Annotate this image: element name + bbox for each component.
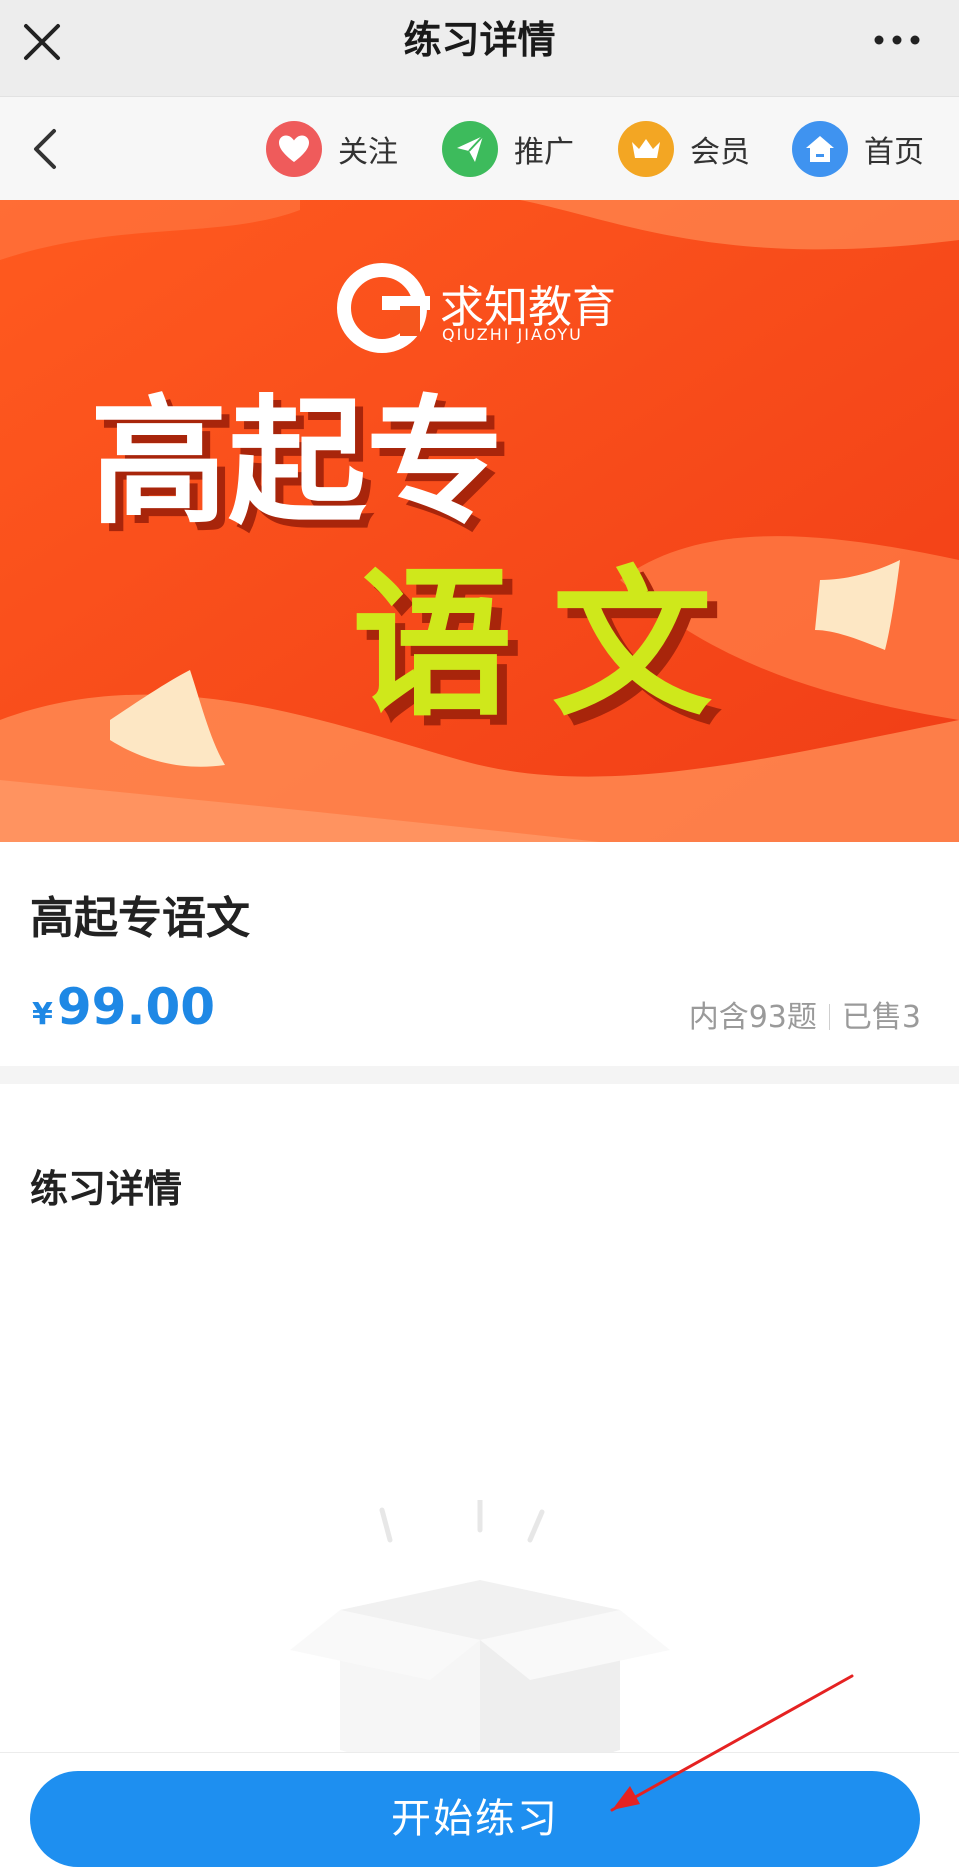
nav-promote[interactable]: 推广 [442, 119, 574, 179]
page-title: 练习详情 [403, 18, 556, 62]
nav-bar: 关注 推广 会员 首页 [0, 97, 959, 200]
nav-promote-label: 推广 [514, 135, 574, 170]
meta-divider [828, 1004, 830, 1030]
nav-home-label: 首页 [864, 135, 924, 170]
bottom-action-bar: 开始练习 [0, 1752, 959, 1873]
sold-count: 已售3 [841, 1000, 921, 1035]
start-practice-button[interactable]: 开始练习 [30, 1771, 920, 1867]
brand-name-en: QIUZHI JIAOYU [442, 325, 583, 344]
currency-symbol: ¥ [32, 997, 53, 1032]
nav-follow[interactable]: 关注 [266, 119, 398, 179]
product-price: ¥99.00 [32, 978, 215, 1036]
banner-headline: 高起专 [90, 382, 504, 543]
product-info: 高起专语文 ¥99.00 内含93题 已售3 [0, 842, 959, 1066]
back-icon[interactable] [26, 125, 66, 173]
nav-follow-label: 关注 [338, 135, 398, 170]
question-count: 内含93题 [688, 1000, 817, 1035]
nav-member-label: 会员 [690, 135, 750, 170]
price-value: 99.00 [56, 978, 216, 1036]
paper-plane-icon [442, 121, 498, 177]
product-name: 高起专语文 [30, 893, 250, 944]
course-banner: 求知教育 QIUZHI JIAOYU 高起专 高起专 语文 语文 [0, 200, 959, 842]
nav-member[interactable]: 会员 [618, 119, 750, 179]
empty-box-icon [290, 1500, 670, 1790]
banner-subject: 语文 [352, 551, 752, 738]
section-divider [0, 1066, 959, 1084]
product-meta: 内含93题 已售3 [689, 992, 921, 1036]
title-bar: 练习详情 [0, 0, 959, 97]
detail-section-title: 练习详情 [30, 1167, 183, 1211]
crown-icon [618, 121, 674, 177]
more-options-icon[interactable] [871, 24, 923, 56]
nav-home[interactable]: 首页 [792, 119, 924, 179]
home-icon [792, 121, 848, 177]
heart-icon [266, 121, 322, 177]
